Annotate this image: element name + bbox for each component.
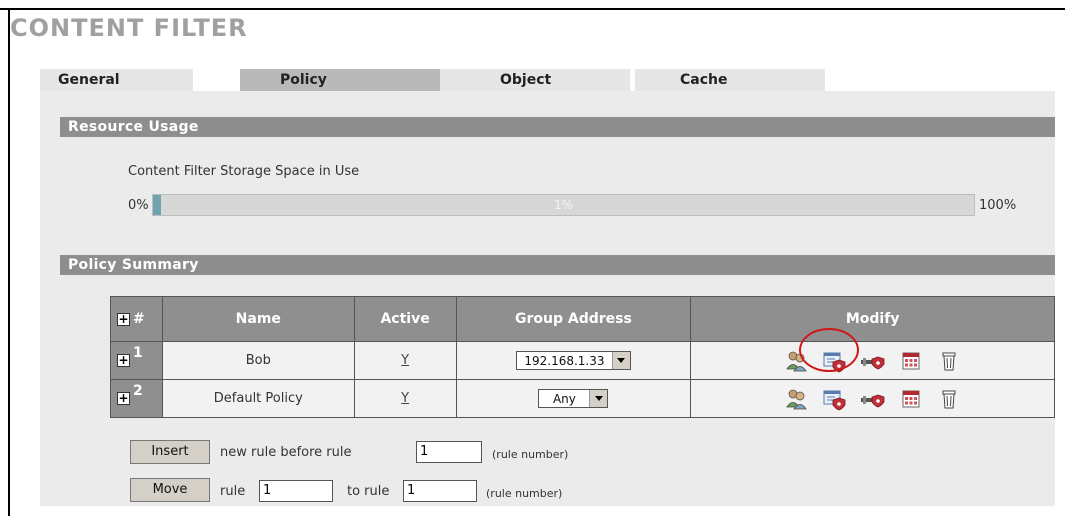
row-modify-cell <box>690 379 1055 418</box>
num-header-label: # <box>133 311 145 327</box>
tab-cache-label: Cache <box>680 72 728 88</box>
chevron-down-icon[interactable] <box>611 352 630 369</box>
row-active-value[interactable]: Y <box>401 353 409 368</box>
col-num-header: + # <box>110 296 163 342</box>
trash-icon[interactable] <box>937 349 961 373</box>
insert-rule-input[interactable]: 1 <box>416 441 482 463</box>
row-number: 1 <box>133 344 143 361</box>
insert-button[interactable]: Insert <box>130 440 210 464</box>
policy-summary-header: Policy Summary <box>60 255 1055 275</box>
table-row: +2 Default Policy Y Any <box>110 379 1055 418</box>
modify-icons <box>691 349 1054 373</box>
expand-all-icon[interactable]: + <box>117 312 130 326</box>
expand-row-icon[interactable]: + <box>117 391 130 405</box>
row-num-cell: +1 <box>110 341 163 380</box>
expand-row-icon[interactable]: + <box>117 353 130 367</box>
table-header-row: + # Name Active Group Address Modify <box>110 296 1055 342</box>
col-modify-header: Modify <box>690 296 1055 342</box>
storage-label: Content Filter Storage Space in Use <box>128 164 360 179</box>
tab-general[interactable]: General <box>40 69 193 91</box>
users-icon[interactable] <box>785 349 809 373</box>
row-active-cell: Y <box>353 341 457 380</box>
row-active-value[interactable]: Y <box>401 391 409 406</box>
move-to-input[interactable]: 1 <box>403 480 477 502</box>
page-title: CONTENT FILTER <box>10 14 248 42</box>
progress-percent-text: 1% <box>553 198 574 212</box>
policy-table: + # Name Active Group Address Modify +1 B… <box>110 296 1055 418</box>
move-hint: (rule number) <box>486 487 563 500</box>
key-security-icon[interactable] <box>860 349 885 373</box>
row-active-cell: Y <box>353 379 457 418</box>
col-name-header: Name <box>161 296 355 342</box>
trash-icon[interactable] <box>937 387 961 411</box>
storage-progress-bar: 1% <box>152 194 975 216</box>
tab-policy[interactable]: Policy <box>240 69 440 91</box>
left-border <box>8 8 10 516</box>
row-name: Bob <box>161 341 355 380</box>
key-security-icon[interactable] <box>860 387 885 411</box>
insert-hint: (rule number) <box>492 448 569 461</box>
policy-summary-title: Policy Summary <box>68 257 199 273</box>
col-active-header: Active <box>353 296 457 342</box>
calendar-icon[interactable] <box>899 349 923 373</box>
move-rule-text: rule <box>220 484 246 499</box>
row-group-address-cell: 192.168.1.33 <box>455 341 692 380</box>
group-address-select[interactable]: Any <box>538 389 609 408</box>
move-to-text: to rule <box>347 484 390 499</box>
row-name: Default Policy <box>161 379 355 418</box>
tab-bar: General Policy Object Cache <box>40 69 1055 91</box>
table-row: +1 Bob Y 192.168.1.33 <box>110 341 1055 380</box>
group-address-value: 192.168.1.33 <box>524 353 605 368</box>
insert-text: new rule before rule <box>220 445 352 460</box>
users-icon[interactable] <box>785 387 809 411</box>
tab-object[interactable]: Object <box>440 69 630 91</box>
group-address-value: Any <box>552 391 576 406</box>
top-border <box>0 8 1065 10</box>
row-num-cell: +2 <box>110 379 163 418</box>
policy-schedule-icon[interactable] <box>823 387 847 411</box>
resource-usage-title: Resource Usage <box>68 119 199 135</box>
move-button[interactable]: Move <box>130 478 210 502</box>
progress-max-label: 100% <box>979 198 1017 213</box>
modify-icons <box>691 387 1054 411</box>
row-number: 2 <box>133 382 143 399</box>
progress-min-label: 0% <box>128 198 149 213</box>
row-group-address-cell: Any <box>455 379 692 418</box>
move-from-input[interactable]: 1 <box>259 480 333 502</box>
tab-policy-label: Policy <box>280 72 327 88</box>
col-group-address-header: Group Address <box>455 296 692 342</box>
group-address-select[interactable]: 192.168.1.33 <box>515 351 631 370</box>
chevron-down-icon[interactable] <box>589 390 608 407</box>
policy-schedule-icon[interactable] <box>823 349 847 373</box>
row-modify-cell <box>690 341 1055 380</box>
tab-object-label: Object <box>500 72 552 88</box>
tab-general-label: General <box>58 72 120 88</box>
resource-usage-header: Resource Usage <box>60 117 1055 137</box>
calendar-icon[interactable] <box>899 387 923 411</box>
tab-cache[interactable]: Cache <box>635 69 825 91</box>
